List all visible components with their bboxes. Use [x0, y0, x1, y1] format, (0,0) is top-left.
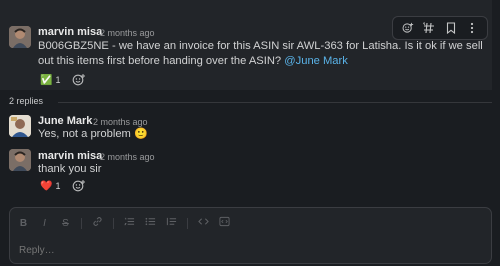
avatar[interactable] — [9, 115, 31, 137]
code-block-icon[interactable] — [219, 216, 230, 230]
italic-button[interactable]: I — [39, 218, 50, 229]
heart-emoji-icon: ❤️ — [40, 180, 53, 192]
message-text: Yes, not a problem 🙂 — [38, 127, 148, 142]
slight-smile-emoji-icon: 🙂 — [133, 128, 148, 140]
add-reaction-icon[interactable] — [72, 179, 86, 193]
reaction-count: 1 — [55, 181, 61, 191]
code-icon[interactable] — [198, 216, 209, 230]
parent-message[interactable]: marvin misa 2 months ago B006GBZ5NE - we… — [0, 0, 500, 90]
strikethrough-button[interactable]: S — [60, 218, 71, 229]
add-reaction-icon[interactable] — [400, 20, 416, 36]
message-text: B006GBZ5NE - we have an invoice for this… — [38, 39, 488, 69]
panel-edge — [492, 0, 500, 266]
replies-divider — [58, 102, 500, 103]
bookmark-icon[interactable] — [443, 20, 459, 36]
toolbar-divider — [81, 217, 82, 229]
reaction-count: 1 — [55, 75, 61, 85]
message-author[interactable]: marvin misa — [38, 26, 102, 38]
message-timestamp[interactable]: 2 months ago — [93, 117, 148, 127]
avatar[interactable] — [9, 149, 31, 171]
add-reaction-icon[interactable] — [72, 73, 86, 87]
message-author[interactable]: June Mark — [38, 115, 92, 127]
replies-count: 2 replies — [9, 96, 48, 106]
avatar[interactable] — [9, 26, 31, 48]
reaction-pill[interactable]: ✅ 1 — [40, 72, 60, 88]
ordered-list-icon[interactable] — [124, 216, 135, 230]
hash-icon[interactable] — [421, 20, 437, 36]
check-emoji-icon: ✅ — [40, 74, 53, 86]
thread-panel: marvin misa 2 months ago B006GBZ5NE - we… — [0, 0, 500, 266]
reply-input[interactable] — [19, 242, 479, 258]
message-timestamp[interactable]: 2 months ago — [100, 152, 155, 162]
toolbar-divider — [187, 217, 188, 229]
message-body: thank you sir — [38, 163, 102, 175]
formatting-toolbar: B I S — [18, 216, 230, 230]
message-author[interactable]: marvin misa — [38, 150, 102, 162]
message-body: Yes, not a problem — [38, 128, 131, 140]
reaction-pill[interactable]: ❤️ 1 — [40, 178, 60, 194]
message-actions-toolbar — [392, 16, 488, 40]
message-text: thank you sir — [38, 162, 101, 177]
message-body: B006GBZ5NE - we have an invoice for this… — [38, 40, 483, 67]
quote-icon[interactable] — [166, 216, 177, 230]
toolbar-divider — [113, 217, 114, 229]
message-timestamp[interactable]: 2 months ago — [100, 28, 155, 38]
reply-composer: B I S — [9, 207, 492, 264]
link-icon[interactable] — [92, 216, 103, 230]
bold-button[interactable]: B — [18, 218, 29, 229]
bullet-list-icon[interactable] — [145, 216, 156, 230]
more-icon[interactable] — [464, 20, 480, 36]
user-mention[interactable]: @June Mark — [284, 55, 348, 67]
